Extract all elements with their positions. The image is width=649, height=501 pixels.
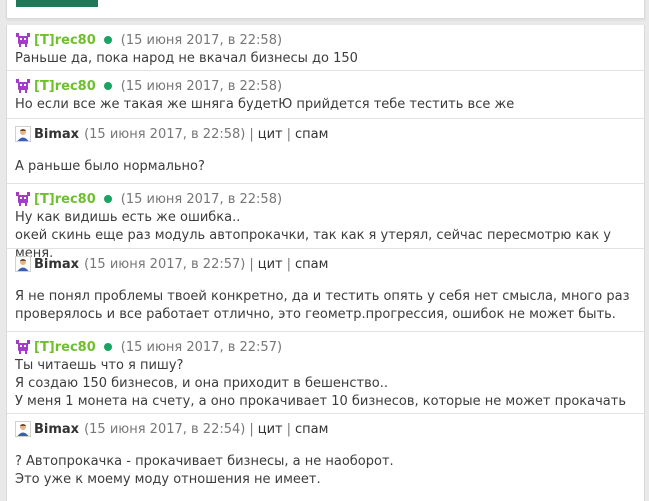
chat-message: Bimax (15 июня 2017, в 22:54) | цит | сп… [7,414,644,501]
tester-badge-icon [16,340,30,354]
top-panel [6,0,645,19]
message-time: (15 июня 2017, в 22:57) [84,256,246,272]
message-text: ? Автопрокачка - прокачивает бизнесы, а … [15,454,394,469]
spam-link[interactable]: спам [295,257,328,272]
message-author[interactable]: [T]rec80 [34,33,96,48]
chat-message-list: [T]rec80 (15 июня 2017, в 22:58) Раньше … [6,25,645,501]
user-avatar-icon [15,421,31,437]
chat-message: [T]rec80 (15 июня 2017, в 22:58) Раньше … [7,25,644,71]
message-text: Но если все же такая же шняга будетЮ при… [15,97,515,112]
chat-message: Bimax (15 июня 2017, в 22:58) | цит | сп… [7,119,644,184]
message-time: (15 июня 2017, в 22:58) [120,191,283,207]
online-status-icon [103,82,112,90]
message-text: У меня 1 монета на счету, а оно прокачив… [15,394,626,409]
user-avatar-icon [15,126,31,142]
message-time: (15 июня 2017, в 22:57) [120,339,283,355]
online-status-icon [103,195,112,203]
message-time: (15 июня 2017, в 22:58) [120,32,283,48]
separator: | [286,421,292,437]
tester-badge-icon [16,192,30,206]
top-panel-button[interactable] [16,0,98,7]
message-text: Ты читаешь что я пишу? [15,358,184,373]
message-author[interactable]: [T]rec80 [34,79,96,94]
message-text: Я создаю 150 бизнесов, и она приходит в … [15,376,388,391]
quote-link[interactable]: цит [258,127,283,142]
spam-link[interactable]: спам [295,127,328,142]
online-status-icon [103,36,112,44]
message-text: А раньше было нормально? [15,159,205,174]
separator: | [249,126,254,142]
chat-message: [T]rec80 (15 июня 2017, в 22:58) Ну как … [7,184,644,261]
chat-message: [T]rec80 (15 июня 2017, в 22:58) Но если… [7,71,644,119]
tester-badge-icon [16,33,30,47]
message-text: Раньше да, пока народ не вкачал бизнесы … [15,51,358,66]
message-author[interactable]: [T]rec80 [34,340,96,355]
message-time: (15 июня 2017, в 22:58) [84,126,246,142]
chat-message: [T]rec80 (15 июня 2017, в 22:57) Ты чита… [7,332,644,414]
message-author[interactable]: [T]rec80 [34,192,96,207]
chat-message: Bimax (15 июня 2017, в 22:57) | цит | сп… [7,249,644,332]
message-time: (15 июня 2017, в 22:54) [84,421,246,437]
spam-link[interactable]: спам [295,422,328,437]
message-text: Я не понял проблемы твоей конкретно, да … [15,289,630,304]
tester-badge-icon [16,79,30,93]
message-time: (15 июня 2017, в 22:58) [120,78,283,94]
message-text: Ну как видишь есть же ошибка.. [15,210,241,225]
quote-link[interactable]: цит [258,422,283,437]
online-status-icon [103,343,112,351]
message-author[interactable]: Bimax [34,127,79,142]
user-avatar-icon [15,256,31,272]
message-text: Это уже к моему моду отношения не имеет. [15,472,321,487]
message-author[interactable]: Bimax [34,422,79,437]
separator: | [249,421,254,437]
separator: | [249,256,254,272]
message-author[interactable]: Bimax [34,257,79,272]
separator: | [286,126,292,142]
message-text: проверялось и все работает отлично, это … [15,307,616,322]
separator: | [286,256,292,272]
quote-link[interactable]: цит [258,257,283,272]
